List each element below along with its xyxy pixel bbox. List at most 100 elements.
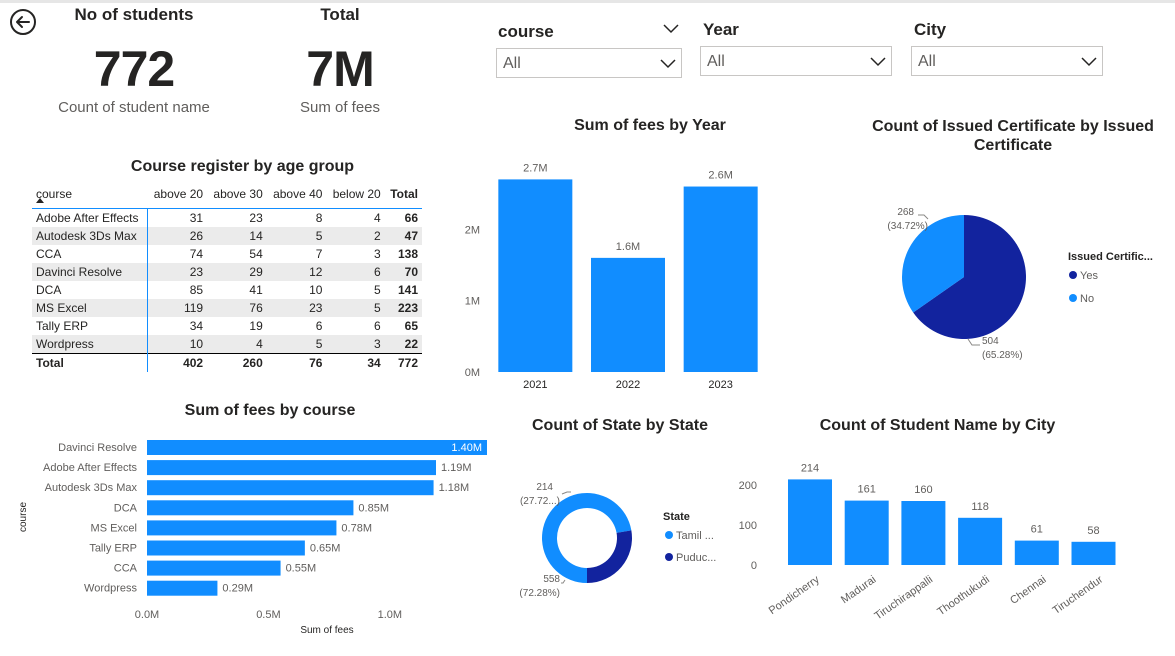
bar <box>591 257 665 372</box>
sort-ascending-icon[interactable] <box>36 198 44 203</box>
bar <box>958 517 1003 565</box>
data-label: (34.72%) <box>887 221 928 232</box>
data-label: 2.6M <box>708 170 732 182</box>
chevron-down-icon <box>660 59 676 69</box>
data-label: 0.85M <box>358 502 389 514</box>
column-header[interactable]: above 20 <box>147 182 207 206</box>
table-row[interactable]: Autodesk 3Ds Max 26 14 5 2 47 <box>32 227 422 245</box>
table-row[interactable]: DCA 85 41 10 5 141 <box>32 281 422 299</box>
data-label: 1.19M <box>441 462 472 474</box>
slicer-value: All <box>503 55 521 72</box>
row-label: Autodesk 3Ds Max <box>32 227 148 245</box>
data-label: 0.55M <box>286 563 317 575</box>
row-label: Tally ERP <box>32 317 148 335</box>
row-label: CCA <box>32 245 148 263</box>
table-cell: 23 <box>249 211 263 225</box>
legend-marker <box>665 553 673 561</box>
card-title: Total <box>320 5 360 24</box>
table-cell: 4 <box>207 335 267 354</box>
data-label: 0.78M <box>341 522 372 534</box>
row-label: MS Excel <box>32 299 148 317</box>
bar <box>147 520 337 536</box>
chevron-down-icon[interactable] <box>663 24 679 34</box>
table-cell: 85 <box>189 283 204 297</box>
table-cell: 41 <box>249 283 263 297</box>
slicer-dropdown[interactable]: All <box>911 46 1103 76</box>
table-cell: 47 <box>384 227 422 245</box>
table-cell: 7 <box>315 247 323 261</box>
slicer-title: City <box>914 20 947 39</box>
column-header[interactable]: above 40 <box>267 182 327 206</box>
table-cell: 223 <box>384 299 422 317</box>
column-header[interactable]: Total <box>385 182 422 206</box>
matrix-title: Course register by age group <box>130 158 355 175</box>
data-label: 214 <box>801 462 819 474</box>
slicer-value: All <box>707 53 725 70</box>
data-label: 1.40M <box>451 442 482 454</box>
x-tick-label: Tiruchirappalli <box>872 574 935 620</box>
slicer-dropdown[interactable]: All <box>496 48 682 78</box>
data-label: 160 <box>914 484 932 496</box>
x-tick-label: Madurai <box>839 574 878 607</box>
bar <box>147 560 281 576</box>
column-header[interactable]: above 30 <box>207 182 267 206</box>
fees-by-course-chart: Davinci Resolve 1.40M Adobe After Effects 1… <box>18 440 487 636</box>
table-cell: 54 <box>249 247 263 261</box>
slicer-title: Year <box>703 20 739 39</box>
data-label: 1.18M <box>439 482 470 494</box>
table-row[interactable]: Adobe After Effects 31 23 8 4 66 <box>32 208 422 227</box>
slicer-dropdown[interactable]: All <box>700 46 892 76</box>
slicer-value: All <box>918 53 936 70</box>
table-row[interactable]: Davinci Resolve 23 29 12 6 70 <box>32 263 422 281</box>
data-label: 268 <box>897 207 914 218</box>
card-value: 7M <box>306 41 374 97</box>
table-cell: 6 <box>374 319 381 333</box>
bar <box>147 460 436 476</box>
bar <box>683 186 758 372</box>
fees-by-year-chart: 0M 1M 2M 2.7M 2021 1.6M 2022 2.6M 2023 <box>465 162 758 391</box>
table-cell: 66 <box>404 211 418 225</box>
table-cell: 22 <box>384 335 422 354</box>
data-label: 504 <box>982 336 999 347</box>
chart-title: Count of Issued Certificate by Issued Ce… <box>872 118 1154 154</box>
y-tick-label: 0 <box>751 560 757 572</box>
table-cell: 3 <box>326 335 385 354</box>
back-arrow-icon[interactable] <box>9 8 37 36</box>
window-top-border <box>0 0 1175 3</box>
table-row[interactable]: Tally ERP 34 19 6 6 65 <box>32 317 422 335</box>
x-tick-label: 0.0M <box>135 609 159 621</box>
y-axis-title: course <box>18 502 29 532</box>
table-row[interactable]: CCA 74 54 7 3 138 <box>32 245 422 263</box>
table-cell: 76 <box>266 353 327 372</box>
table-cell: 4 <box>374 211 381 225</box>
table-row[interactable]: Wordpress 10 4 5 3 22 <box>32 335 422 354</box>
card-subtitle: Count of student name <box>58 99 210 116</box>
bar <box>788 479 832 565</box>
data-label: 558 <box>543 574 560 585</box>
x-tick-label: Tiruchendur <box>1051 573 1106 616</box>
bar <box>147 500 354 516</box>
leader-line <box>561 579 566 584</box>
table-cell: 19 <box>249 319 263 333</box>
data-label: (27.72...) <box>520 496 560 507</box>
table-cell: 772 <box>384 353 422 372</box>
legend-label: Puduc... <box>676 552 716 564</box>
x-axis-title: Sum of fees <box>300 625 353 636</box>
state-donut-chart: 214 (27.72...) 558 (72.28%) State Tamil ... Pu… <box>519 482 716 599</box>
column-header[interactable]: course <box>32 182 147 206</box>
table-row[interactable]: MS Excel 119 76 23 5 223 <box>32 299 422 317</box>
table-cell: 5 <box>374 283 381 297</box>
slicer-title: course <box>498 22 554 41</box>
card-value: 772 <box>93 41 175 97</box>
bar <box>1014 540 1059 565</box>
column-header[interactable]: below 20 <box>326 182 384 206</box>
x-tick-label: Pondicherry <box>767 573 822 617</box>
total-row: Total 402 260 76 34 772 <box>32 353 422 372</box>
bar <box>147 440 487 455</box>
card-title: No of students <box>74 5 194 24</box>
y-tick-label: Tally ERP <box>89 543 137 555</box>
leader-line <box>967 338 980 346</box>
data-label: 214 <box>536 482 553 493</box>
table-cell: 5 <box>266 335 327 354</box>
x-tick-label: Chennai <box>1008 574 1048 607</box>
